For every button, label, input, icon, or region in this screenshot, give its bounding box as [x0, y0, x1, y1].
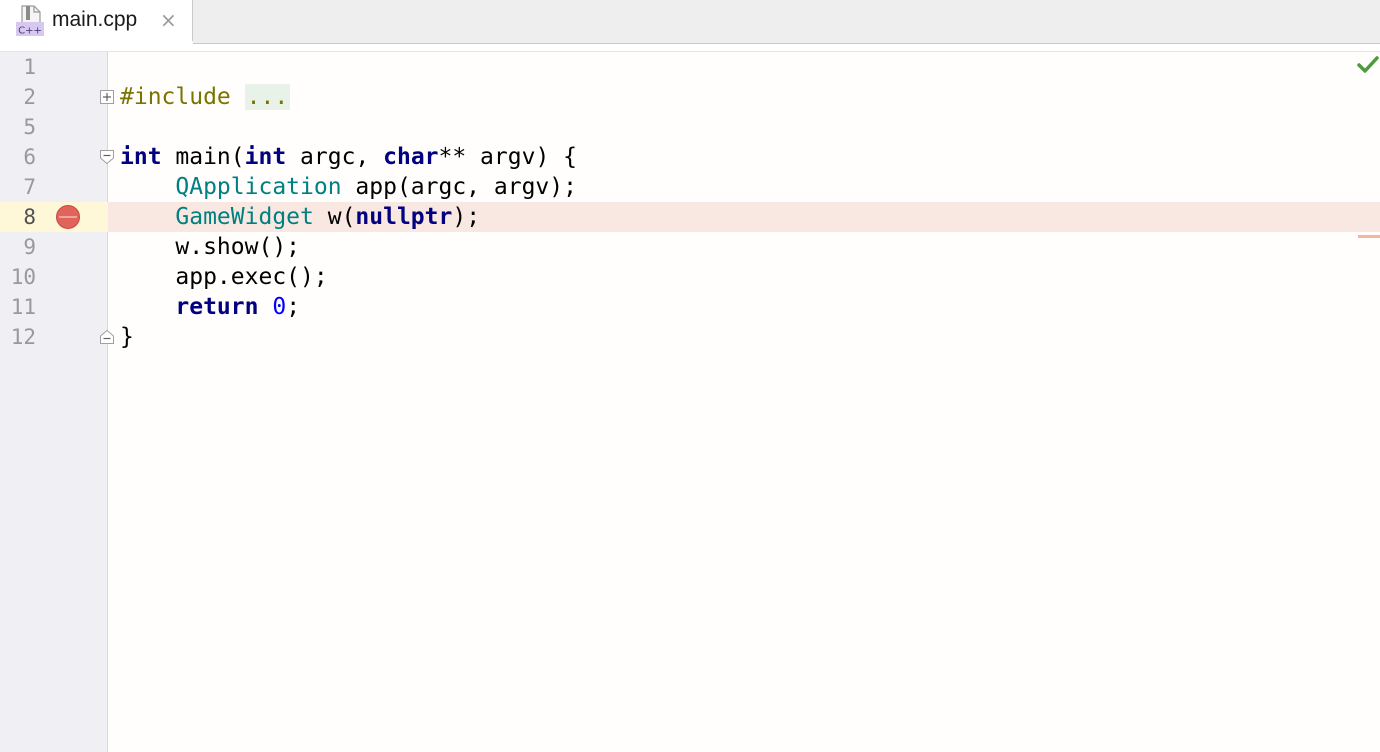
code-fragment: ** argv) { [438, 144, 577, 170]
tab-main-cpp[interactable]: C++ main.cpp × [0, 0, 193, 44]
code-line-9: 9 w.show(); [0, 232, 1380, 262]
keyword: int [244, 144, 287, 170]
line-number: 7 [23, 175, 36, 199]
code-text: QApplication app(argc, argv); [120, 172, 577, 202]
svg-text:C++: C++ [18, 26, 42, 37]
code-fragment: main( [161, 144, 245, 170]
code-line-7: 7 QApplication app(argc, argv); [0, 172, 1380, 202]
code-line-5: 5 [0, 112, 1380, 142]
line-number: 5 [23, 115, 36, 139]
keyword: char [383, 144, 439, 170]
line-number: 8 [0, 202, 36, 232]
fold-end-icon[interactable] [100, 330, 114, 344]
code-line-1: 1 [0, 52, 1380, 82]
preprocessor-include: #include [120, 84, 231, 110]
editor-tab-bar: C++ main.cpp × [0, 0, 1380, 44]
code-fragment: argc, [286, 144, 384, 170]
close-tab-icon[interactable]: × [160, 8, 177, 32]
expand-fold-icon[interactable] [100, 90, 114, 104]
code-text: int main(int argc, char** argv) { [120, 142, 577, 172]
code-line-12: 12 } [0, 322, 1380, 352]
cpp-file-icon: C++ [16, 5, 44, 37]
code-text: w.show(); [120, 234, 301, 260]
keyword: int [120, 144, 162, 170]
editor-header-strip [0, 44, 1380, 52]
folded-region[interactable]: ... [244, 84, 291, 110]
code-line-10: 10 app.exec(); [0, 262, 1380, 292]
collapse-fold-icon[interactable] [100, 150, 114, 164]
code-text: GameWidget w(nullptr); [120, 202, 480, 232]
code-fragment: ; [286, 294, 301, 320]
type-name: GameWidget [175, 204, 314, 230]
tab-filename: main.cpp [52, 8, 138, 31]
number-literal: 0 [272, 294, 287, 320]
code-line-2: 2 #include ... [0, 82, 1380, 112]
line-number: 6 [23, 145, 36, 169]
code-line-6: 6 int main(int argc, char** argv) { [0, 142, 1380, 172]
code-line-11: 11 return 0; [0, 292, 1380, 322]
code-text: #include ... [120, 82, 291, 112]
line-number: 11 [10, 295, 36, 319]
keyword: return [175, 294, 259, 320]
code-text: } [120, 324, 134, 350]
keyword: nullptr [355, 204, 453, 230]
code-fragment: ); [452, 204, 481, 230]
line-number: 9 [23, 235, 36, 259]
code-fragment: w( [313, 204, 356, 230]
type-name: QApplication [175, 174, 342, 200]
line-number: 10 [10, 265, 36, 289]
line-number: 2 [23, 85, 36, 109]
code-line-8: 8 GameWidget w(nullptr); [0, 202, 1380, 232]
code-text: return 0; [120, 292, 300, 322]
line-number: 12 [10, 325, 36, 349]
code-fragment: app(argc, argv); [341, 174, 577, 200]
line-number: 1 [23, 55, 36, 79]
code-text: app.exec(); [120, 264, 328, 290]
